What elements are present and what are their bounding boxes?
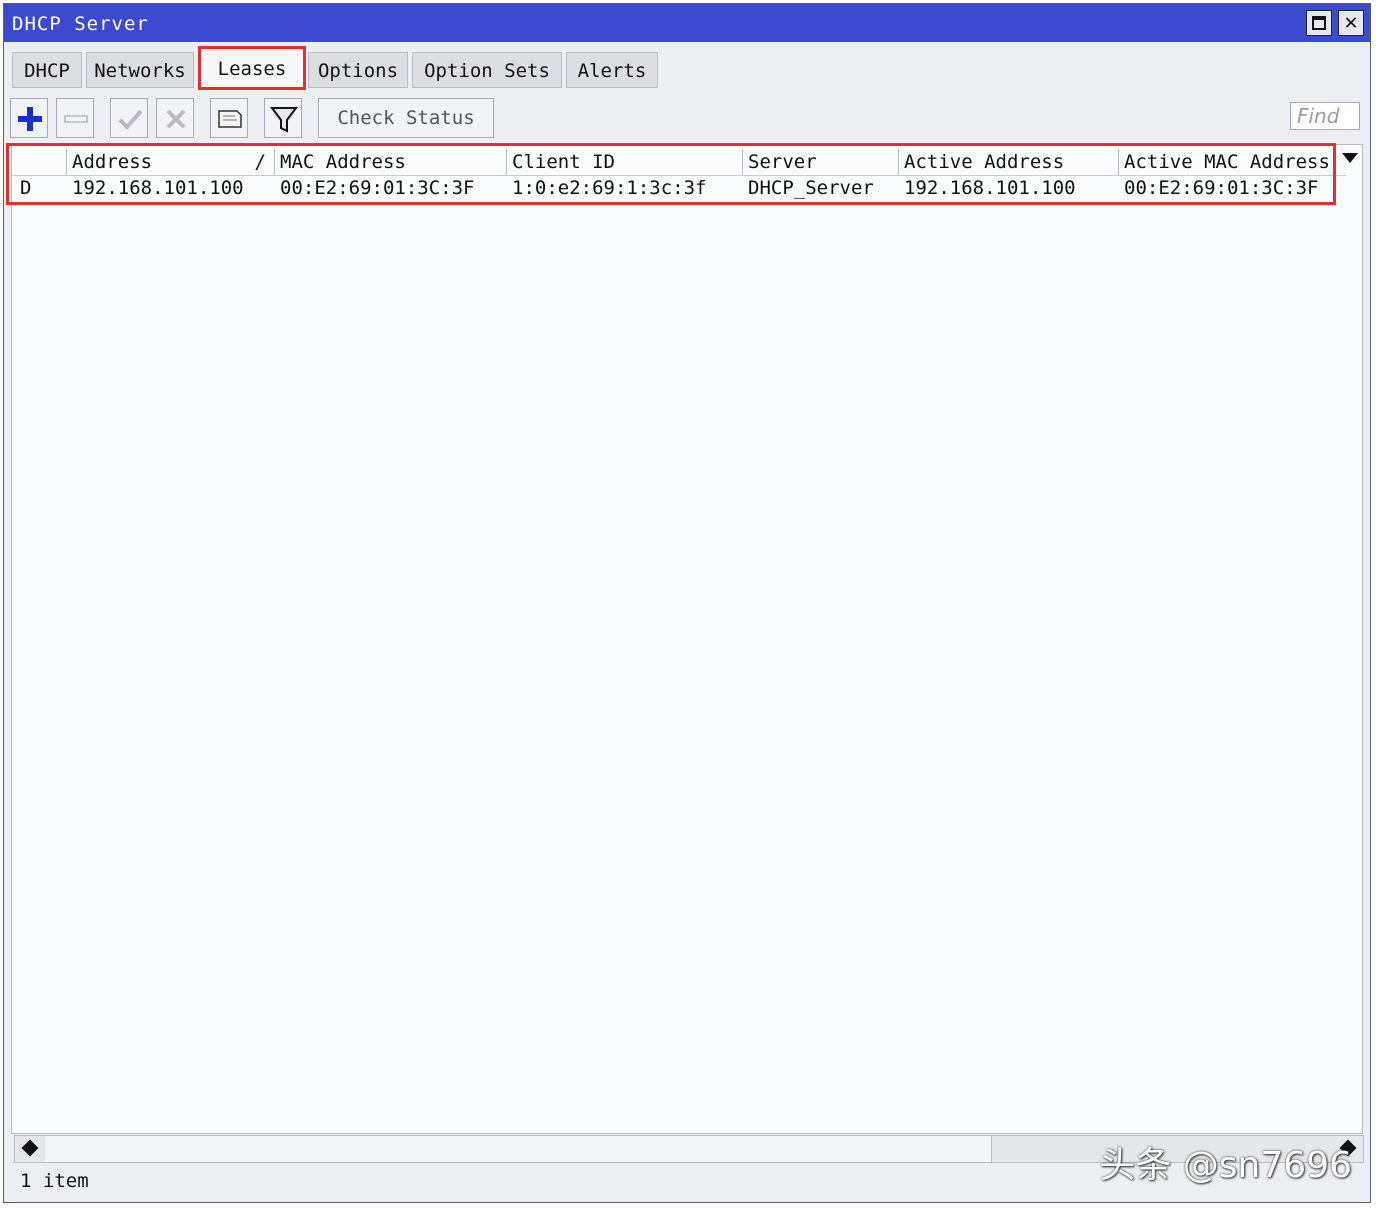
column-header-address[interactable]: Address / xyxy=(66,149,274,175)
tab-networks[interactable]: Networks xyxy=(86,52,194,88)
row-flag: D xyxy=(20,177,32,199)
leases-table: Address / MAC Address Client ID Server A… xyxy=(11,144,1363,1134)
column-header-active-address[interactable]: Active Address xyxy=(898,149,1118,175)
watermark-text: 头条 @sn7696 xyxy=(1099,1145,1352,1186)
tab-dhcp[interactable]: DHCP xyxy=(12,52,82,88)
scrollbar-track[interactable] xyxy=(45,1136,992,1162)
column-header-mac-address[interactable]: MAC Address xyxy=(274,149,506,175)
cell-server: DHCP_Server xyxy=(748,177,874,199)
toolbar: Check Status Find xyxy=(4,94,1370,142)
tab-leases[interactable]: Leases xyxy=(198,46,306,90)
cell-mac-address: 00:E2:69:01:3C:3F xyxy=(280,177,475,199)
disable-icon xyxy=(166,109,186,129)
scroll-left-icon[interactable] xyxy=(21,1139,39,1157)
close-button[interactable]: ✕ xyxy=(1338,10,1364,36)
column-header-server[interactable]: Server xyxy=(742,149,898,175)
title-bar[interactable]: DHCP Server ✕ xyxy=(4,4,1370,42)
window-title: DHCP Server xyxy=(12,13,149,35)
enable-icon xyxy=(118,109,143,130)
cell-active-mac-address: 00:E2:69:01:3C:3F xyxy=(1124,177,1319,199)
tab-options[interactable]: Options xyxy=(308,52,408,88)
disable-button[interactable] xyxy=(156,98,194,138)
remove-button[interactable] xyxy=(56,98,94,138)
comment-button[interactable] xyxy=(210,98,248,138)
cell-client-id: 1:0:e2:69:1:3c:3f xyxy=(512,177,707,199)
enable-button[interactable] xyxy=(110,98,148,138)
cell-address: 192.168.101.100 xyxy=(72,177,244,199)
check-status-button[interactable]: Check Status xyxy=(318,98,494,138)
comment-icon xyxy=(218,110,242,128)
add-icon xyxy=(18,107,42,131)
column-header-active-mac-address[interactable]: Active MAC Address xyxy=(1118,149,1340,175)
add-button[interactable] xyxy=(10,98,48,138)
dhcp-server-window: DHCP Server ✕ DHCP Networks Leases Optio… xyxy=(3,3,1371,1203)
maximize-icon xyxy=(1312,16,1326,30)
find-input[interactable]: Find xyxy=(1290,102,1360,130)
sort-indicator: / xyxy=(254,151,266,173)
cell-active-address: 192.168.101.100 xyxy=(904,177,1076,199)
filter-button[interactable] xyxy=(264,98,302,138)
remove-icon xyxy=(64,115,88,123)
close-icon: ✕ xyxy=(1344,10,1358,35)
maximize-button[interactable] xyxy=(1306,10,1332,36)
tab-alerts[interactable]: Alerts xyxy=(566,52,658,88)
column-header-client-id[interactable]: Client ID xyxy=(506,149,742,175)
tab-option-sets[interactable]: Option Sets xyxy=(412,52,562,88)
filter-icon xyxy=(270,107,298,133)
column-menu-icon[interactable] xyxy=(1342,153,1358,163)
